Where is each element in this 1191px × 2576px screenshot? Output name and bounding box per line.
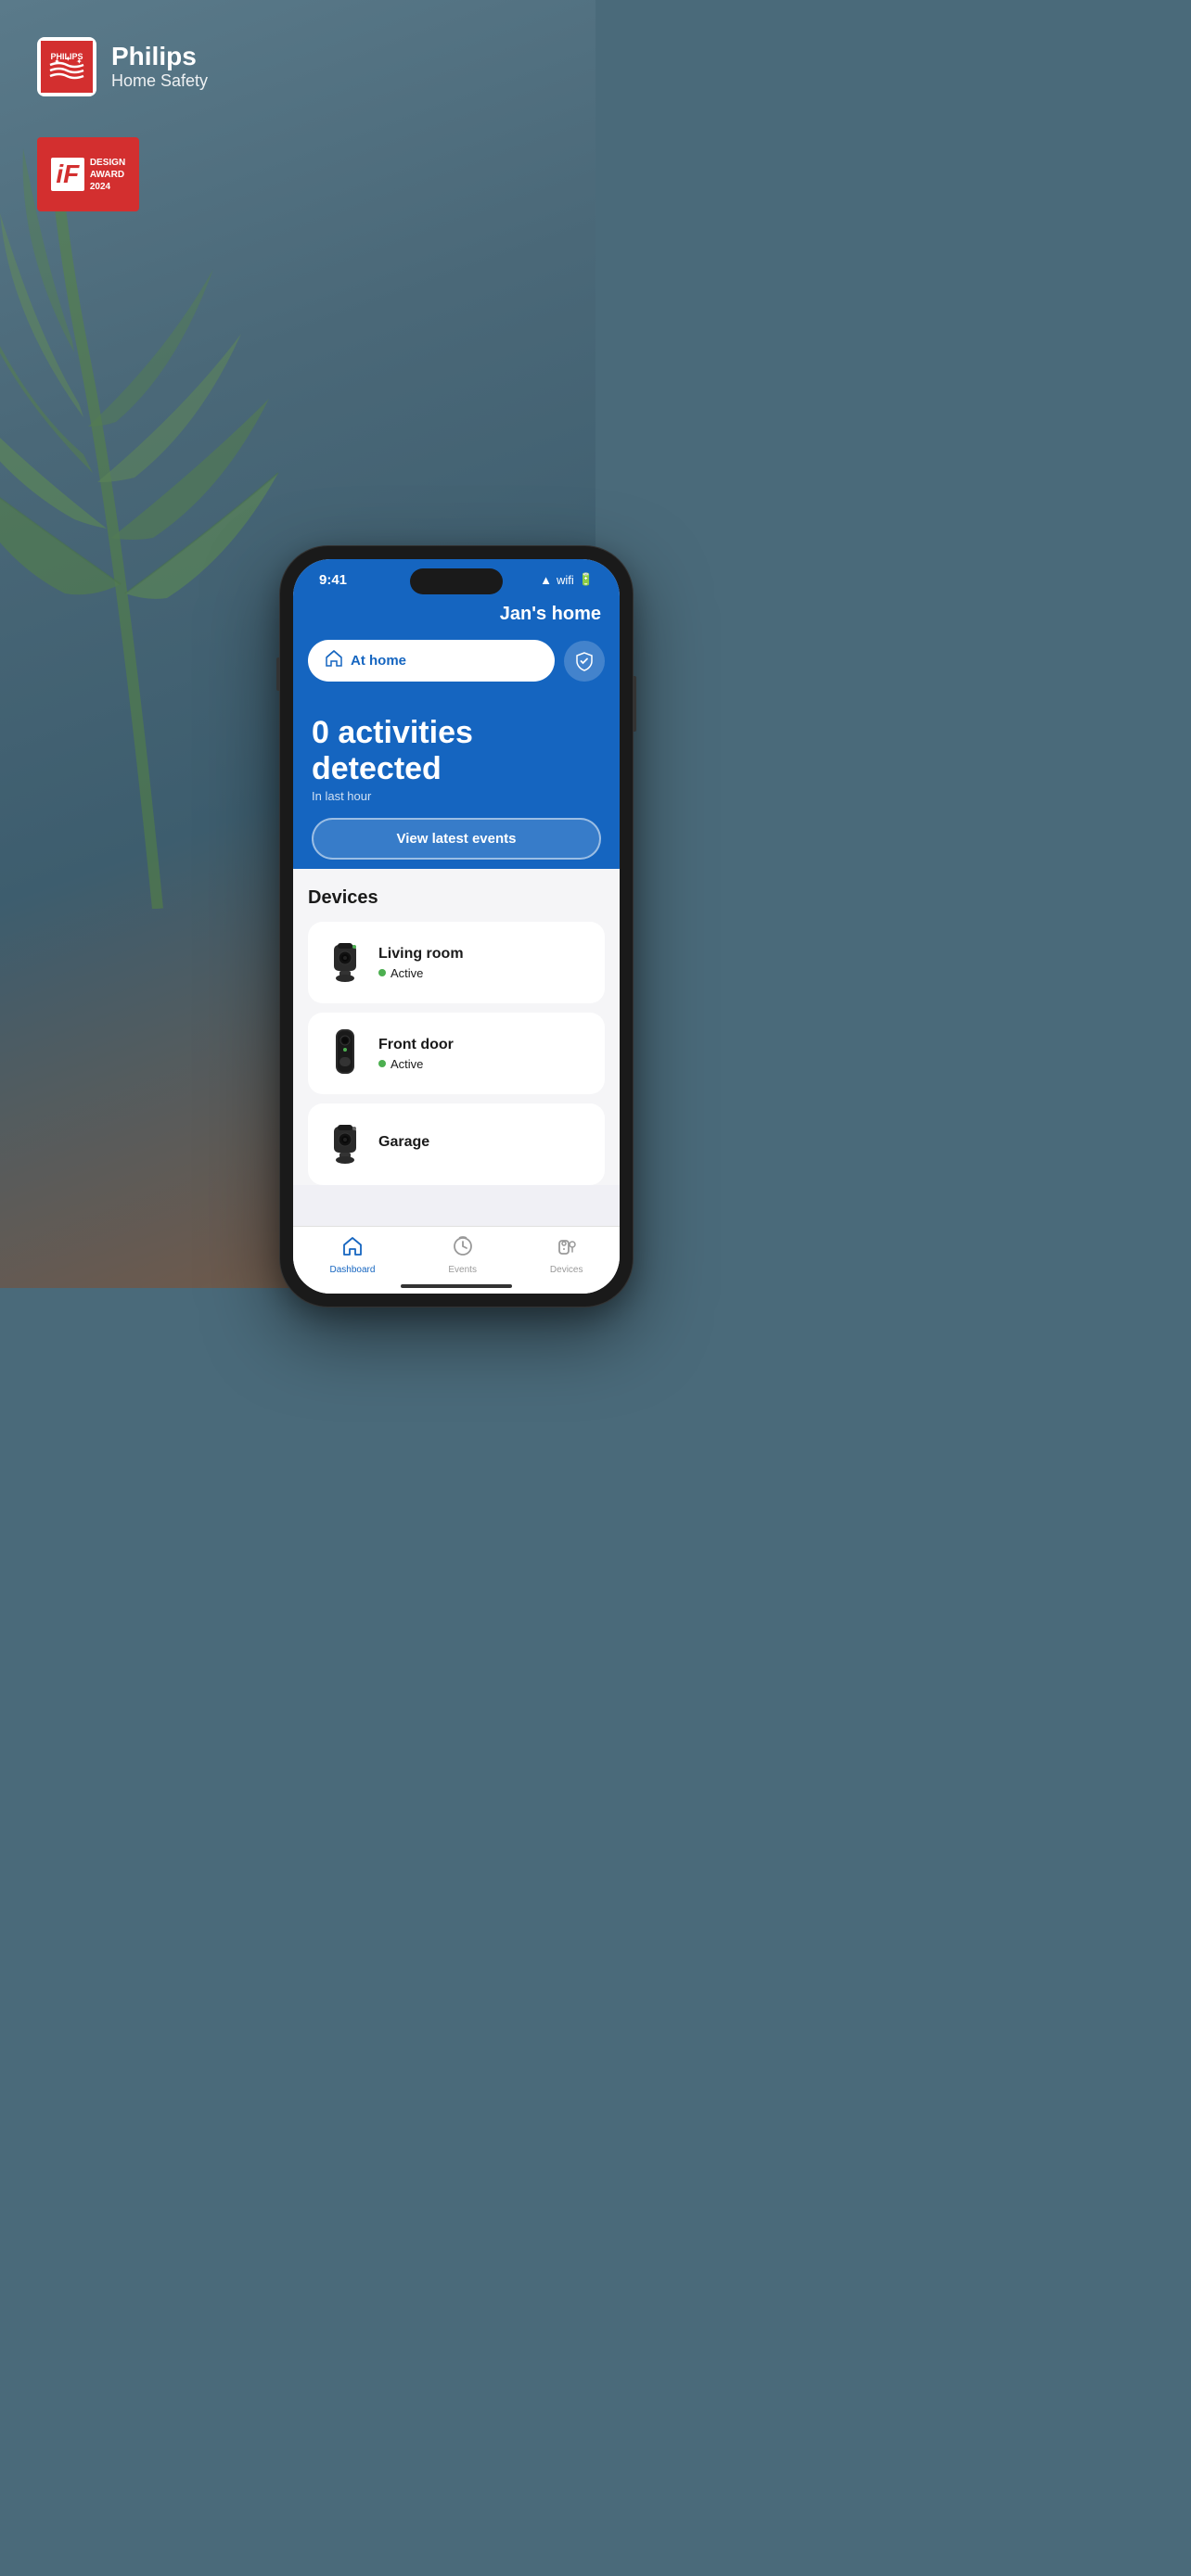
device-image-indoor: [325, 937, 365, 988]
home-title: Jan's home: [312, 604, 601, 634]
device-status-living-room: Active: [378, 966, 588, 980]
device-info-front-door: Front door Active: [378, 1037, 588, 1071]
device-image-doorbell: [325, 1027, 365, 1079]
devices-section: Devices: [293, 874, 620, 1185]
activity-count: 0 activities detected: [312, 715, 601, 787]
signal-icon: ▲: [540, 573, 552, 587]
status-label-front-door: Active: [391, 1057, 423, 1071]
dynamic-island: [410, 568, 503, 594]
mode-pill[interactable]: At home: [308, 640, 555, 682]
status-bar: 9:41 ▲ wifi 🔋: [293, 559, 620, 600]
activity-sub: In last hour: [312, 789, 601, 803]
device-name-living-room: Living room: [378, 946, 588, 963]
tab-events-label: Events: [448, 1265, 477, 1275]
device-card-garage[interactable]: Garage: [308, 1103, 605, 1185]
branding-section: PHILIPS ✦ ✦ ✦ Philips Home Safety: [37, 37, 208, 96]
svg-text:✦: ✦: [76, 57, 83, 66]
home-indicator: [401, 1284, 512, 1288]
status-dot-front-door: [378, 1060, 386, 1067]
status-dot-active: [378, 969, 386, 976]
device-name-garage: Garage: [378, 1134, 588, 1151]
home-mode-icon: [325, 649, 343, 672]
status-time: 9:41: [319, 572, 347, 588]
brand-subtitle: Home Safety: [111, 71, 208, 91]
tab-dashboard-label: Dashboard: [329, 1265, 375, 1275]
award-text: DESIGN AWARD 2024: [90, 157, 125, 193]
phone-frame: 9:41 ▲ wifi 🔋 Jan's home: [280, 546, 633, 1307]
dashboard-icon: [342, 1236, 363, 1262]
device-info-garage: Garage: [378, 1134, 588, 1154]
phone-screen: 9:41 ▲ wifi 🔋 Jan's home: [293, 559, 620, 1294]
svg-text:✦: ✦: [65, 55, 71, 63]
status-icons: ▲ wifi 🔋: [540, 572, 594, 587]
brand-name: Philips: [111, 43, 208, 71]
tab-devices[interactable]: Devices: [550, 1236, 583, 1275]
device-card-living-room[interactable]: Living room Active: [308, 922, 605, 1003]
shield-button[interactable]: [564, 641, 605, 682]
view-events-button[interactable]: View latest events: [312, 818, 601, 860]
device-status-front-door: Active: [378, 1057, 588, 1071]
tab-events[interactable]: Events: [448, 1236, 477, 1275]
content-area: Devices: [293, 869, 620, 1185]
device-name-front-door: Front door: [378, 1037, 588, 1053]
device-card-front-door[interactable]: Front door Active: [308, 1013, 605, 1094]
tab-devices-label: Devices: [550, 1265, 583, 1275]
device-image-garage-cam: [325, 1118, 365, 1170]
philips-logo: PHILIPS ✦ ✦ ✦: [37, 37, 96, 96]
wifi-icon: wifi: [557, 573, 574, 587]
if-logo: iF: [51, 158, 84, 191]
devices-icon: [557, 1236, 577, 1262]
mode-bar: At home: [293, 634, 620, 696]
brand-text: Philips Home Safety: [111, 43, 208, 91]
status-label-living-room: Active: [391, 966, 423, 980]
devices-title: Devices: [308, 887, 605, 909]
activity-section: 0 activities detected In last hour View …: [293, 696, 620, 897]
mode-label: At home: [351, 653, 406, 669]
events-icon: [453, 1236, 473, 1262]
phone-mockup: 9:41 ▲ wifi 🔋 Jan's home: [280, 546, 633, 1307]
tab-dashboard[interactable]: Dashboard: [329, 1236, 375, 1275]
award-badge: iF DESIGN AWARD 2024: [37, 137, 139, 211]
svg-text:✦: ✦: [54, 57, 60, 66]
app-header: Jan's home: [293, 600, 620, 634]
battery-icon: 🔋: [579, 572, 594, 587]
device-info-living-room: Living room Active: [378, 946, 588, 980]
